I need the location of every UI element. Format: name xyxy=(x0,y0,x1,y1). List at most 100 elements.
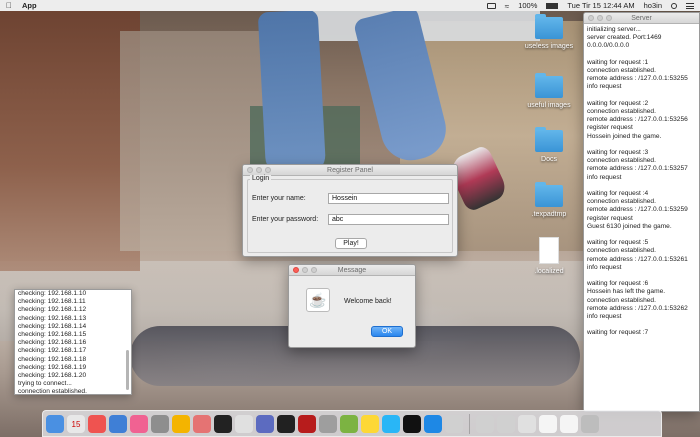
server-log-line: initializing server... xyxy=(587,26,641,33)
ok-button[interactable]: OK xyxy=(371,326,403,337)
desktop-file-localized[interactable]: .localized xyxy=(519,237,579,275)
dock-app-icon[interactable] xyxy=(319,414,337,433)
desktop-folder-texpadtmp[interactable]: .texpadtmp xyxy=(519,182,579,218)
dock-app-icon[interactable] xyxy=(46,414,64,433)
client-log-line: checking: 192.168.1.19 xyxy=(18,363,87,371)
server-log-line: waiting for request :3 xyxy=(587,149,649,156)
close-icon[interactable] xyxy=(247,167,253,173)
server-log-line: info request xyxy=(587,313,622,321)
dock-trash-icon[interactable] xyxy=(581,414,599,433)
wallpaper-building-left xyxy=(0,11,140,271)
server-log-line: waiting for request :4 xyxy=(587,190,649,197)
window-title: Server xyxy=(631,15,652,22)
dock-app-icon[interactable] xyxy=(361,414,379,433)
zoom-icon[interactable] xyxy=(311,267,317,273)
play-button[interactable]: Play! xyxy=(335,238,367,249)
zoom-icon[interactable] xyxy=(606,15,612,21)
dock-app-icon[interactable] xyxy=(277,414,295,433)
dock-app-icon[interactable] xyxy=(445,414,463,433)
window-title: Message xyxy=(337,267,367,274)
message-titlebar[interactable]: Message xyxy=(289,265,415,276)
window-controls xyxy=(247,167,271,173)
user-menu[interactable]: ho3in xyxy=(644,1,662,10)
server-log[interactable]: initializing server... server created. Po… xyxy=(584,24,699,411)
server-log-line: server created. Port:1469 xyxy=(587,34,662,42)
client-log-line: connection established. xyxy=(18,388,87,395)
window-title: Register Panel xyxy=(327,167,373,174)
battery-percent[interactable]: 100% xyxy=(518,1,537,10)
dock-app-icon[interactable] xyxy=(214,414,232,433)
document-icon xyxy=(539,237,559,264)
password-label: Enter your password: xyxy=(252,216,319,223)
server-log-line: Hossein joined the game. xyxy=(587,132,662,140)
register-panel-titlebar[interactable]: Register Panel xyxy=(243,165,457,176)
scrollbar[interactable] xyxy=(126,350,129,390)
client-log-line: checking: 192.168.1.15 xyxy=(18,330,87,338)
desktop-folder-useless-images[interactable]: useless images xyxy=(519,14,579,50)
close-icon[interactable] xyxy=(293,267,299,273)
dock-app-icon[interactable] xyxy=(403,414,421,433)
dock-app-icon[interactable] xyxy=(518,414,536,433)
server-log-line: waiting for request :7 xyxy=(587,329,649,337)
clock[interactable]: Tue Tir 15 12:44 AM xyxy=(567,1,634,10)
name-label: Enter your name: xyxy=(252,195,306,202)
dock-app-icon[interactable] xyxy=(151,414,169,433)
dock-calendar-icon[interactable]: 15 xyxy=(67,414,85,433)
server-titlebar[interactable]: Server xyxy=(584,13,699,24)
dock: 15 xyxy=(42,410,662,437)
dock-app-icon[interactable] xyxy=(88,414,106,433)
dock-app-icon[interactable] xyxy=(193,414,211,433)
dock-app-icon[interactable] xyxy=(424,414,442,433)
client-log-line: checking: 192.168.1.16 xyxy=(18,339,87,347)
dock-app-icon[interactable] xyxy=(298,414,316,433)
dock-app-icon[interactable] xyxy=(560,414,578,433)
server-log-line: connection established. xyxy=(587,296,656,304)
minimize-icon[interactable] xyxy=(597,15,603,21)
client-log-line: checking: 192.168.1.14 xyxy=(18,322,87,330)
wallpaper-leg-left xyxy=(257,11,327,178)
folder-icon xyxy=(535,14,563,39)
battery-icon[interactable] xyxy=(546,2,559,9)
apple-menu-icon[interactable]:  xyxy=(6,1,12,10)
name-field[interactable]: Hossein xyxy=(328,193,449,204)
airplay-icon[interactable] xyxy=(486,2,496,9)
dock-app-icon[interactable] xyxy=(382,414,400,433)
dock-app-icon[interactable] xyxy=(539,414,557,433)
dock-app-icon[interactable] xyxy=(235,414,253,433)
window-controls xyxy=(588,15,612,21)
dock-app-icon[interactable] xyxy=(130,414,148,433)
message-dialog: Message ☕ Welcome back! OK xyxy=(288,264,416,348)
close-icon[interactable] xyxy=(588,15,594,21)
dock-app-icon[interactable] xyxy=(340,414,358,433)
dock-app-icon[interactable] xyxy=(476,414,494,433)
desktop-folder-useful-images[interactable]: useful images xyxy=(519,73,579,109)
dock-app-icon[interactable] xyxy=(109,414,127,433)
server-log-line: Hossein has left the game. xyxy=(587,288,666,296)
zoom-icon[interactable] xyxy=(265,167,271,173)
spotlight-search-icon[interactable] xyxy=(671,2,677,9)
message-text: Welcome back! xyxy=(344,298,392,305)
server-log-line: remote address : /127.0.0.1:53257 xyxy=(587,165,688,173)
wifi-icon[interactable]: ≈ xyxy=(505,2,509,11)
dock-app-icon[interactable] xyxy=(172,414,190,433)
app-menu[interactable]: App xyxy=(22,1,37,10)
minimize-icon[interactable] xyxy=(302,267,308,273)
server-log-line xyxy=(587,231,696,239)
server-log-line: waiting for request :2 xyxy=(587,99,649,107)
server-log-line: remote address : /127.0.0.1:53256 xyxy=(587,116,688,124)
server-log-line: connection established. xyxy=(587,108,656,115)
notification-center-icon[interactable] xyxy=(686,2,694,9)
desktop-folder-docs[interactable]: Docs xyxy=(519,127,579,163)
dock-app-icon[interactable] xyxy=(256,414,274,433)
client-log-line: trying to connect... xyxy=(18,380,72,388)
folder-icon xyxy=(535,73,563,98)
dock-app-icon[interactable] xyxy=(497,414,515,433)
java-coffee-icon: ☕ xyxy=(306,288,330,312)
password-field[interactable]: abc xyxy=(328,214,449,225)
client-log-line: checking: 192.168.1.20 xyxy=(18,371,87,379)
minimize-icon[interactable] xyxy=(256,167,262,173)
server-log-line: connection established. xyxy=(587,67,656,74)
server-log-line: connection established. xyxy=(587,247,656,255)
server-log-line: remote address : /127.0.0.1:53262 xyxy=(587,304,688,312)
client-console[interactable]: checking: 192.168.1.10 checking: 192.168.… xyxy=(14,289,132,395)
